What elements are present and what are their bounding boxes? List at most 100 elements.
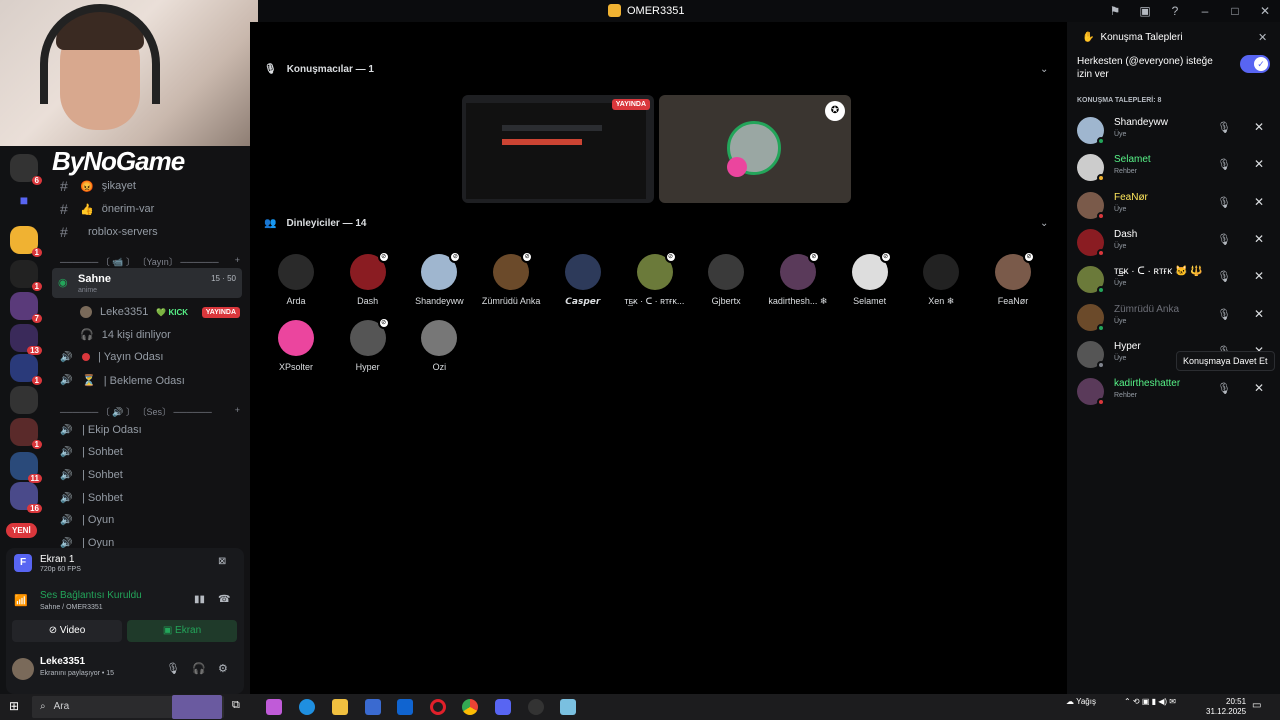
obs-icon[interactable] [528, 699, 544, 715]
voice-channel[interactable]: 🔊 | Sohbet [60, 446, 123, 458]
listener-item[interactable]: 𝘾𝙖𝙨𝙥𝙚𝙧 [548, 254, 618, 307]
chevron-down-icon[interactable]: ⌄ [1040, 64, 1048, 75]
dismiss-icon[interactable]: ✕ [1249, 157, 1269, 177]
avatar [1077, 191, 1105, 220]
disconnect-icon[interactable]: ☎ [218, 594, 230, 605]
notification-icon[interactable]: ▭ [1252, 700, 1261, 711]
server-icon[interactable]: 1 [10, 354, 42, 385]
new-badge[interactable]: YENİ [6, 523, 37, 538]
store-icon[interactable] [365, 699, 381, 715]
category-header[interactable]: ────── 〔 🔊 〕 〔Ses〕 ────── + [60, 405, 240, 418]
listener-item[interactable]: ⊘ Selamet [835, 251, 905, 306]
text-channel[interactable]: # roblox-servers [60, 224, 158, 240]
add-channel-icon[interactable]: + [235, 405, 240, 418]
text-channel[interactable]: # 👍 önerim-var [60, 201, 154, 217]
voice-channel[interactable]: 🔊 | Ekip Odası [60, 424, 142, 436]
listener-item[interactable]: ⊘ ᴛ͢ᴇ̵ᴋ · ᑕ · ʀᴛғᴋ... [620, 251, 690, 307]
speakers-header[interactable]: 🎙 Konuşmacılar — 1 [264, 64, 374, 75]
video-button[interactable]: ⊘ Video [12, 620, 122, 642]
server-icon[interactable]: 1 [10, 260, 42, 291]
server-icon[interactable] [10, 386, 38, 414]
listener-item[interactable]: ⊘ Zümrüdü Anka [476, 251, 546, 306]
add-channel-icon[interactable]: + [235, 255, 240, 268]
screen-icon[interactable]: ▣ [1130, 4, 1160, 18]
invite-to-speak-icon[interactable]: 🎙 [1214, 233, 1234, 253]
listener-item[interactable]: Ozi [404, 320, 474, 372]
opera-icon[interactable] [430, 699, 446, 715]
server-icon[interactable]: 13 [10, 324, 42, 355]
discord-icon[interactable] [495, 699, 511, 715]
screen-share-tile[interactable]: YAYINDA [462, 95, 654, 203]
listener-item[interactable]: Arda [261, 254, 331, 306]
status-indicator [1097, 248, 1105, 257]
maximize-icon[interactable]: □ [1220, 4, 1250, 18]
voice-channel[interactable]: 🔊 | Oyun [60, 514, 114, 526]
clock[interactable]: 20:51 31.12.2025 [1206, 697, 1246, 717]
app-icon[interactable] [560, 699, 576, 715]
dismiss-icon[interactable]: ✕ [1249, 195, 1269, 215]
invite-to-speak-icon[interactable]: 🎙 [1214, 158, 1234, 178]
dismiss-icon[interactable]: ✕ [1249, 120, 1269, 140]
server-icon[interactable]: 16 [10, 482, 42, 513]
dismiss-icon[interactable]: ✕ [1249, 232, 1269, 252]
outlook-icon[interactable] [397, 699, 413, 715]
listener-item[interactable]: ⊘ kadirthesh... ❄ [763, 251, 833, 307]
listener-item[interactable]: ⊘ Hyper [333, 317, 403, 372]
edge-icon[interactable] [299, 699, 315, 715]
allow-everyone-toggle[interactable] [1240, 55, 1270, 73]
listeners-header[interactable]: 👥 Dinleyiciler — 14 [264, 218, 367, 229]
listener-item[interactable]: ⊘ Dash [333, 251, 403, 306]
close-icon[interactable]: ✕ [1250, 4, 1280, 18]
settings-icon[interactable]: ⚙ [218, 662, 228, 675]
chrome-icon[interactable] [462, 699, 478, 715]
listener-name: 𝘾𝙖𝙨𝙥𝙚𝙧 [565, 296, 601, 306]
dismiss-icon[interactable]: ✕ [1249, 269, 1269, 289]
help-icon[interactable]: ? [1160, 4, 1190, 18]
voice-channel[interactable]: 🔊 ⏳ | Bekleme Odası [60, 374, 185, 388]
stop-stream-icon[interactable]: ⊠ [218, 556, 226, 567]
server-icon[interactable]: 11 [10, 452, 42, 483]
screen-share-button[interactable]: ▣ Ekran [127, 620, 237, 642]
server-icon[interactable]: 1 [10, 418, 42, 449]
listener-name: Xen ❄ [928, 296, 955, 306]
voice-channel[interactable]: 🔊 | Sohbet [60, 492, 123, 504]
close-icon[interactable]: ✕ [1258, 31, 1267, 44]
speaker-tile[interactable]: ✪ [659, 95, 851, 203]
task-view-icon[interactable]: ⧉ [232, 699, 248, 715]
server-icon[interactable]: 6 [10, 154, 42, 185]
headphones-icon[interactable]: 🎧 [192, 662, 206, 675]
server-icon[interactable]: 1 [10, 226, 42, 257]
inbox-icon[interactable]: ⚑ [1100, 4, 1130, 18]
folder-icon[interactable]: ■ [10, 192, 38, 220]
dismiss-icon[interactable]: ✕ [1249, 307, 1269, 327]
invite-to-speak-icon[interactable]: 🎙 [1214, 308, 1234, 328]
category-header[interactable]: ────── 〔 📹 〕 〔Yayın〕 ────── + [60, 255, 240, 268]
stage-member[interactable]: Leke3351 💚 KICK YAYINDA [80, 306, 240, 318]
copilot-icon[interactable] [266, 699, 282, 715]
dismiss-icon[interactable]: ✕ [1249, 381, 1269, 401]
listener-item[interactable]: XPsolter [261, 320, 331, 372]
tray-icons[interactable]: ⌃ ⟲ ▣ ▮ ◀) ✉ [1124, 697, 1176, 706]
microphone-icon[interactable]: 🎙 [166, 662, 180, 675]
text-channel[interactable]: # 😡 şikayet [60, 178, 136, 194]
voice-channel[interactable]: 🔊 | Yayın Odası [60, 351, 163, 363]
invite-to-speak-icon[interactable]: 🎙 [1214, 121, 1234, 141]
server-icon[interactable]: 7 [10, 292, 42, 323]
server-tag-icon [727, 157, 747, 177]
minimize-icon[interactable]: – [1190, 4, 1220, 18]
avatar[interactable] [12, 658, 34, 680]
voice-channel[interactable]: 🔊 | Sohbet [60, 469, 123, 481]
listener-item[interactable]: ⊘ FeaNør [978, 251, 1048, 306]
noise-suppression-icon[interactable]: ▮▮ [194, 594, 205, 605]
invite-to-speak-icon[interactable]: 🎙 [1214, 196, 1234, 216]
weather-widget[interactable]: ☁ Yağış [1066, 697, 1096, 706]
windows-start-icon[interactable]: ⊞ [9, 699, 23, 713]
file-explorer-icon[interactable] [332, 699, 348, 715]
invite-to-speak-icon[interactable]: 🎙 [1214, 382, 1234, 402]
listener-item[interactable]: Xen ❄ [906, 254, 976, 307]
chevron-down-icon[interactable]: ⌄ [1040, 218, 1048, 229]
listener-item[interactable]: Gjbertx [691, 254, 761, 306]
stage-channel[interactable]: ◉ Sahne anime 15 · 50 [52, 268, 242, 298]
invite-to-speak-icon[interactable]: 🎙 [1214, 270, 1234, 290]
listener-item[interactable]: ⊘ Shandeyww [404, 251, 474, 306]
